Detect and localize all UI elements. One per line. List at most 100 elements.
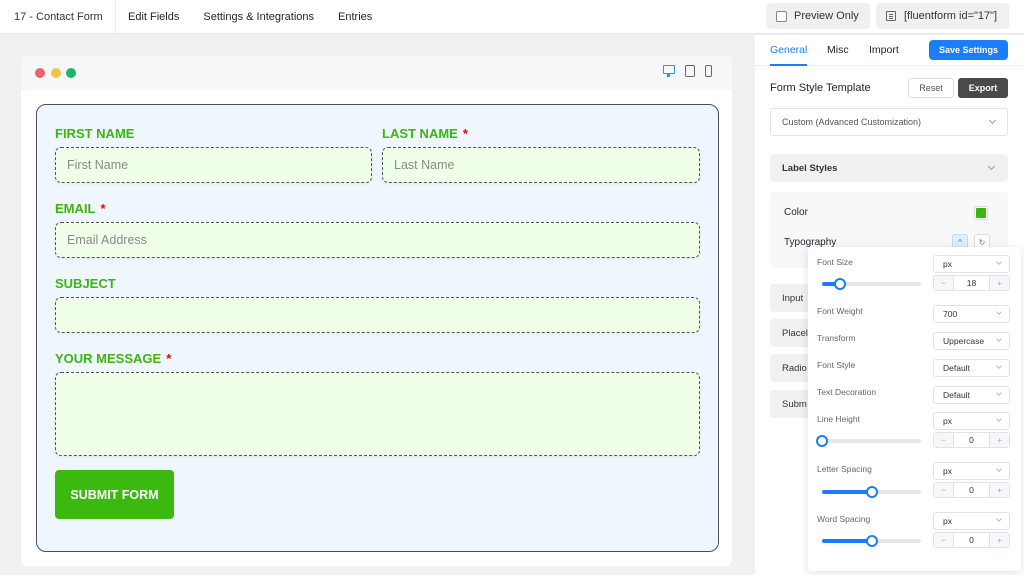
letter-spacing-stepper[interactable]: − 0 + [933, 482, 1010, 498]
last-name-label-text: LAST NAME [382, 126, 458, 141]
contact-form: FIRST NAME First Name LAST NAME * Last Na… [36, 104, 719, 552]
line-height-stepper[interactable]: − 0 + [933, 432, 1010, 448]
desktop-icon[interactable] [663, 65, 675, 77]
color-swatch [976, 208, 986, 218]
letter-spacing-unit-select[interactable]: px [933, 462, 1010, 480]
word-spacing-slider[interactable] [822, 535, 921, 547]
copy-icon [886, 11, 896, 21]
word-spacing-value[interactable]: 0 [953, 533, 990, 547]
letter-spacing-value[interactable]: 0 [953, 483, 990, 497]
style-template-select[interactable]: Custom (Advanced Customization) [770, 108, 1008, 136]
tablet-icon[interactable] [685, 65, 695, 77]
chevron-down-icon [988, 116, 997, 125]
save-settings-button[interactable]: Save Settings [929, 40, 1008, 60]
transform-select[interactable]: Uppercase [933, 332, 1010, 350]
chevron-down-icon [996, 363, 1002, 369]
reset-button[interactable]: Reset [908, 78, 954, 98]
slider-handle[interactable] [816, 435, 828, 447]
email-label: EMAIL * [55, 201, 106, 216]
line-height-slider[interactable] [816, 435, 921, 447]
line-height-label: Line Height [817, 414, 861, 424]
decrement-button[interactable]: − [934, 533, 953, 547]
preview-only-toggle[interactable]: Preview Only [766, 3, 870, 29]
first-name-input[interactable]: First Name [55, 147, 372, 183]
slider-handle[interactable] [833, 278, 846, 290]
letter-spacing-slider[interactable] [822, 486, 921, 498]
message-label: YOUR MESSAGE * [55, 351, 171, 366]
last-name-input[interactable]: Last Name [382, 147, 700, 183]
tab-import[interactable]: Import [869, 44, 899, 56]
chevron-down-icon [987, 162, 996, 171]
required-marker: * [100, 201, 106, 216]
submit-form-button[interactable]: SUBMIT FORM [55, 470, 174, 519]
nav-settings-integrations[interactable]: Settings & Integrations [191, 11, 326, 23]
font-weight-select[interactable]: 700 [933, 305, 1010, 323]
email-input[interactable]: Email Address [55, 222, 700, 258]
letter-spacing-label: Letter Spacing [817, 464, 872, 474]
label-styles-title: Label Styles [782, 162, 838, 174]
chevron-down-icon [996, 336, 1002, 342]
mobile-icon[interactable] [705, 65, 712, 77]
chevron-down-icon [996, 309, 1002, 315]
word-spacing-label: Word Spacing [817, 514, 871, 524]
font-size-stepper[interactable]: − 18 + [933, 275, 1010, 291]
transform-value: Uppercase [943, 336, 985, 346]
top-nav: Edit Fields Settings & Integrations Entr… [116, 0, 384, 34]
slider-handle[interactable] [865, 535, 878, 547]
chevron-down-icon [996, 259, 1002, 265]
decrement-button[interactable]: − [934, 276, 953, 290]
color-label: Color [784, 207, 808, 218]
message-label-text: YOUR MESSAGE [55, 351, 162, 366]
slider-fill [822, 539, 872, 543]
decrement-button[interactable]: − [934, 483, 953, 497]
window-minimize-dot [51, 68, 61, 78]
chevron-up-icon: ^ [958, 237, 962, 247]
slider-fill [822, 490, 872, 494]
slider-handle[interactable] [865, 486, 878, 498]
copy-shortcode-button[interactable]: [fluentform id="17"] [876, 3, 1009, 29]
font-size-label: Font Size [817, 257, 853, 267]
increment-button[interactable]: + [990, 276, 1009, 290]
increment-button[interactable]: + [990, 533, 1009, 547]
subject-label: SUBJECT [55, 276, 116, 291]
style-template-value: Custom (Advanced Customization) [782, 117, 922, 127]
font-style-label: Font Style [817, 360, 856, 370]
first-name-label-text: FIRST NAME [55, 126, 135, 141]
nav-edit-fields[interactable]: Edit Fields [116, 11, 191, 23]
browser-bar [21, 56, 732, 90]
font-style-value: Default [943, 363, 970, 373]
word-spacing-stepper[interactable]: − 0 + [933, 532, 1010, 548]
transform-label: Transform [817, 333, 856, 343]
text-decoration-select[interactable]: Default [933, 386, 1010, 404]
line-height-value[interactable]: 0 [953, 433, 990, 447]
label-styles-accordion[interactable]: Label Styles [770, 154, 1008, 182]
font-weight-label: Font Weight [817, 306, 863, 316]
label-color-picker[interactable] [974, 206, 988, 220]
top-bar: 17 - Contact Form Edit Fields Settings &… [0, 0, 1024, 34]
message-textarea[interactable] [55, 372, 700, 456]
preview-only-checkbox[interactable] [776, 10, 787, 22]
tab-misc[interactable]: Misc [827, 44, 849, 56]
font-size-value[interactable]: 18 [953, 276, 990, 290]
tab-general[interactable]: General [770, 44, 808, 66]
shortcode-text: [fluentform id="17"] [904, 10, 998, 22]
nav-entries[interactable]: Entries [326, 11, 384, 23]
increment-button[interactable]: + [990, 483, 1009, 497]
first-name-label: FIRST NAME [55, 126, 134, 141]
font-size-unit-select[interactable]: px [933, 255, 1010, 273]
subject-label-text: SUBJECT [55, 276, 116, 291]
word-spacing-unit-select[interactable]: px [933, 512, 1010, 530]
increment-button[interactable]: + [990, 433, 1009, 447]
email-label-text: EMAIL [55, 201, 96, 216]
line-height-unit-select[interactable]: px [933, 412, 1010, 430]
word-spacing-unit-value: px [943, 516, 952, 526]
last-name-label: LAST NAME * [382, 126, 468, 141]
export-button[interactable]: Export [958, 78, 1008, 98]
preview-only-label: Preview Only [794, 10, 859, 22]
decrement-button[interactable]: − [934, 433, 953, 447]
chevron-down-icon [996, 390, 1002, 396]
font-size-slider[interactable] [822, 278, 921, 290]
settings-tabs: General Misc Import Save Settings [755, 35, 1024, 66]
font-style-select[interactable]: Default [933, 359, 1010, 377]
subject-input[interactable] [55, 297, 700, 333]
